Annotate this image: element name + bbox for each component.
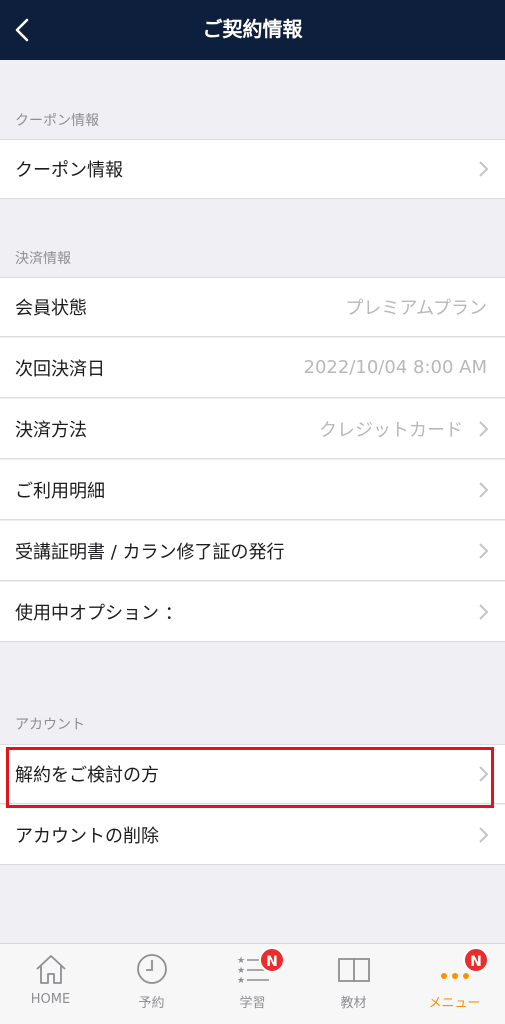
row-next-payment-date: 次回決済日 2022/10/04 8:00 AM: [0, 338, 505, 398]
home-icon: [35, 955, 66, 984]
row-label: 解約をご検討の方: [15, 765, 159, 786]
notification-badge: N: [259, 947, 285, 973]
row-label: 会員状態: [15, 298, 87, 319]
tab-label: 教材: [340, 996, 367, 1011]
row-member-status: 会員状態 プレミアムプラン: [0, 277, 505, 337]
tab-materials[interactable]: 教材: [303, 944, 404, 1024]
tab-home[interactable]: HOME: [0, 944, 101, 1024]
tab-label: HOME: [30, 992, 71, 1007]
page-title: ご契約情報: [202, 17, 303, 41]
section-header-payment: 決済情報: [15, 251, 71, 267]
clock-icon: [136, 954, 167, 984]
row-label: クーポン情報: [15, 160, 123, 181]
row-payment-method[interactable]: 決済方法 クレジットカード: [0, 399, 505, 459]
svg-text:★: ★: [237, 976, 245, 986]
nav-bar: ご契約情報: [0, 0, 505, 60]
chevron-right-icon: [479, 481, 489, 498]
row-label: 使用中オプション ：: [15, 602, 183, 624]
notification-badge: N: [463, 947, 489, 973]
tab-study[interactable]: ★ ★ ★ N 学習: [202, 944, 303, 1024]
chevron-right-icon: [479, 603, 489, 620]
section-header-account: アカウント: [15, 717, 85, 733]
svg-text:★: ★: [237, 966, 245, 976]
chevron-right-icon: [479, 826, 489, 843]
row-value: 2022/10/04 8:00 AM: [303, 357, 487, 378]
chevron-right-icon: [479, 766, 489, 782]
tab-menu[interactable]: N メニュー: [404, 944, 505, 1024]
row-coupon[interactable]: クーポン情報: [0, 139, 505, 199]
row-label: 次回決済日: [15, 358, 105, 380]
chevron-right-icon: [479, 420, 489, 437]
tab-label: 学習: [239, 996, 266, 1011]
row-cancel-subscription[interactable]: 解約をご検討の方: [0, 744, 505, 804]
row-value: プレミアムプラン: [345, 298, 487, 319]
chevron-right-icon: [479, 161, 489, 177]
tab-reservation[interactable]: 予約: [101, 944, 202, 1024]
row-label: アカウントの削除: [15, 825, 159, 847]
row-value: クレジットカード: [319, 419, 463, 441]
book-icon: [337, 958, 370, 982]
row-delete-account[interactable]: アカウントの削除: [0, 805, 505, 865]
row-label: ご利用明細: [15, 480, 105, 502]
row-usage-details[interactable]: ご利用明細: [0, 460, 505, 520]
section-header-coupon: クーポン情報: [15, 113, 99, 129]
row-label: 受講証明書 / カラン修了証の発行: [15, 541, 285, 563]
chevron-right-icon: [479, 542, 489, 559]
tab-bar: HOME 予約 ★ ★ ★ N 学習 教材 N メニュー: [0, 943, 505, 1024]
svg-text:★: ★: [237, 956, 245, 966]
tab-label: 予約: [138, 996, 165, 1011]
row-label: 決済方法: [15, 419, 87, 441]
tab-label: メニュー: [428, 996, 481, 1011]
row-options-in-use[interactable]: 使用中オプション ：: [0, 582, 505, 642]
row-certificate[interactable]: 受講証明書 / カラン修了証の発行: [0, 521, 505, 581]
